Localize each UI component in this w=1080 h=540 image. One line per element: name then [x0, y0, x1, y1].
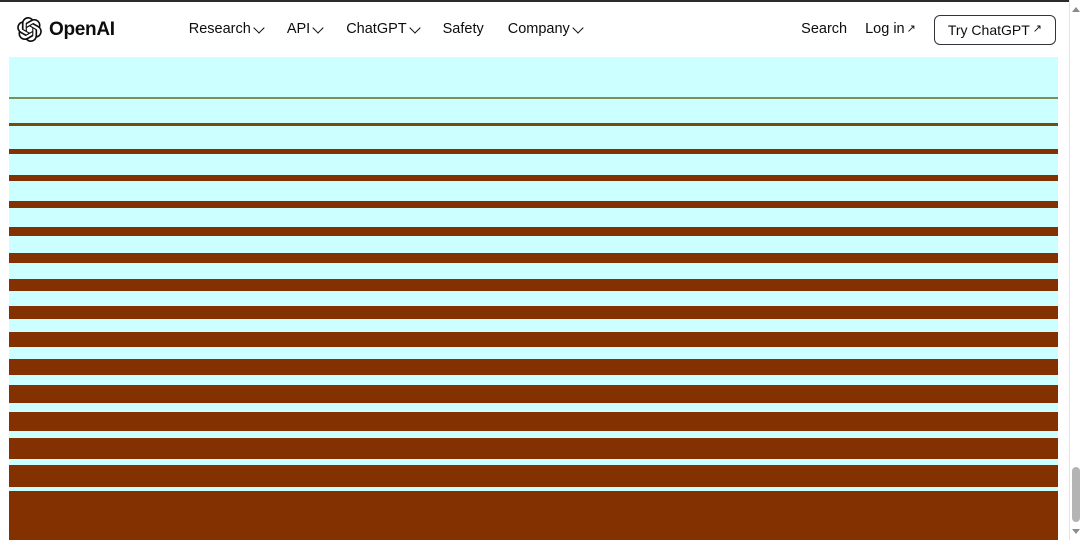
stripe-band: [0, 227, 1069, 236]
nav-item-company-label: Company: [508, 22, 570, 37]
chevron-down-icon: [313, 22, 324, 33]
try-chatgpt-button[interactable]: Try ChatGPT ↗: [934, 15, 1056, 45]
nav-item-api[interactable]: API: [287, 22, 322, 37]
header-actions: Search Log in ↗ Try ChatGPT ↗: [801, 15, 1056, 45]
try-chatgpt-label: Try ChatGPT: [948, 23, 1030, 37]
scrollbar-up-arrow[interactable]: [1070, 2, 1080, 16]
chevron-down-icon: [572, 22, 583, 33]
stripe-band: [0, 431, 1069, 438]
site-header: OpenAI Research API ChatGPT Safety Compa…: [0, 2, 1069, 57]
stripe-band: [0, 412, 1069, 431]
external-link-arrow-icon: ↗: [1033, 24, 1042, 35]
stripe-band: [0, 385, 1069, 403]
triangle-down-icon: [1072, 529, 1080, 534]
stripe-band: [0, 181, 1069, 201]
stripe-band: [0, 438, 1069, 459]
stripe-band: [0, 319, 1069, 332]
brand-name: OpenAI: [49, 20, 115, 39]
nav-item-chatgpt[interactable]: ChatGPT: [346, 22, 418, 37]
stripe-band: [0, 491, 1069, 540]
triangle-up-icon: [1072, 7, 1080, 12]
stripe-band: [0, 465, 1069, 487]
nav-item-safety-label: Safety: [443, 22, 484, 37]
nav-item-research[interactable]: Research: [189, 22, 263, 37]
openai-blossom-logo-icon: [17, 17, 42, 42]
stripe-left-gutter: [0, 57, 9, 540]
stripe-band: [0, 375, 1069, 385]
login-link[interactable]: Log in ↗: [865, 22, 916, 37]
vertical-scrollbar[interactable]: [1069, 0, 1080, 540]
stripe-band: [0, 359, 1069, 375]
stripe-band: [0, 99, 1069, 123]
stripe-band: [0, 332, 1069, 347]
nav-item-company[interactable]: Company: [508, 22, 582, 37]
scrollbar-thumb[interactable]: [1072, 467, 1080, 522]
stripe-band: [0, 347, 1069, 359]
chevron-down-icon: [409, 22, 420, 33]
stripe-band: [0, 208, 1069, 227]
openai-logo-link[interactable]: OpenAI: [17, 17, 115, 42]
stripe-band: [0, 126, 1069, 149]
striped-pattern-area: [0, 57, 1069, 540]
stripe-band: [0, 253, 1069, 263]
main-navigation: Research API ChatGPT Safety Company: [189, 22, 582, 37]
stripe-band: [0, 154, 1069, 175]
nav-item-research-label: Research: [189, 22, 251, 37]
browser-viewport: OpenAI Research API ChatGPT Safety Compa…: [0, 0, 1080, 540]
scrollbar-down-arrow[interactable]: [1070, 524, 1080, 538]
stripe-band: [0, 201, 1069, 208]
external-link-arrow-icon: ↗: [907, 24, 916, 35]
nav-item-api-label: API: [287, 22, 310, 37]
nav-item-safety[interactable]: Safety: [443, 22, 484, 37]
stripe-right-gutter: [1058, 57, 1069, 540]
nav-item-chatgpt-label: ChatGPT: [346, 22, 406, 37]
stripe-band: [0, 291, 1069, 306]
login-label: Log in: [865, 22, 905, 37]
search-label: Search: [801, 22, 847, 37]
stripe-band: [0, 236, 1069, 253]
stripe-band: [0, 263, 1069, 279]
search-button[interactable]: Search: [801, 22, 847, 37]
stripe-band: [0, 306, 1069, 319]
chevron-down-icon: [253, 22, 264, 33]
stripe-band: [0, 279, 1069, 291]
stripe-band: [0, 403, 1069, 412]
stripe-band: [0, 57, 1069, 97]
